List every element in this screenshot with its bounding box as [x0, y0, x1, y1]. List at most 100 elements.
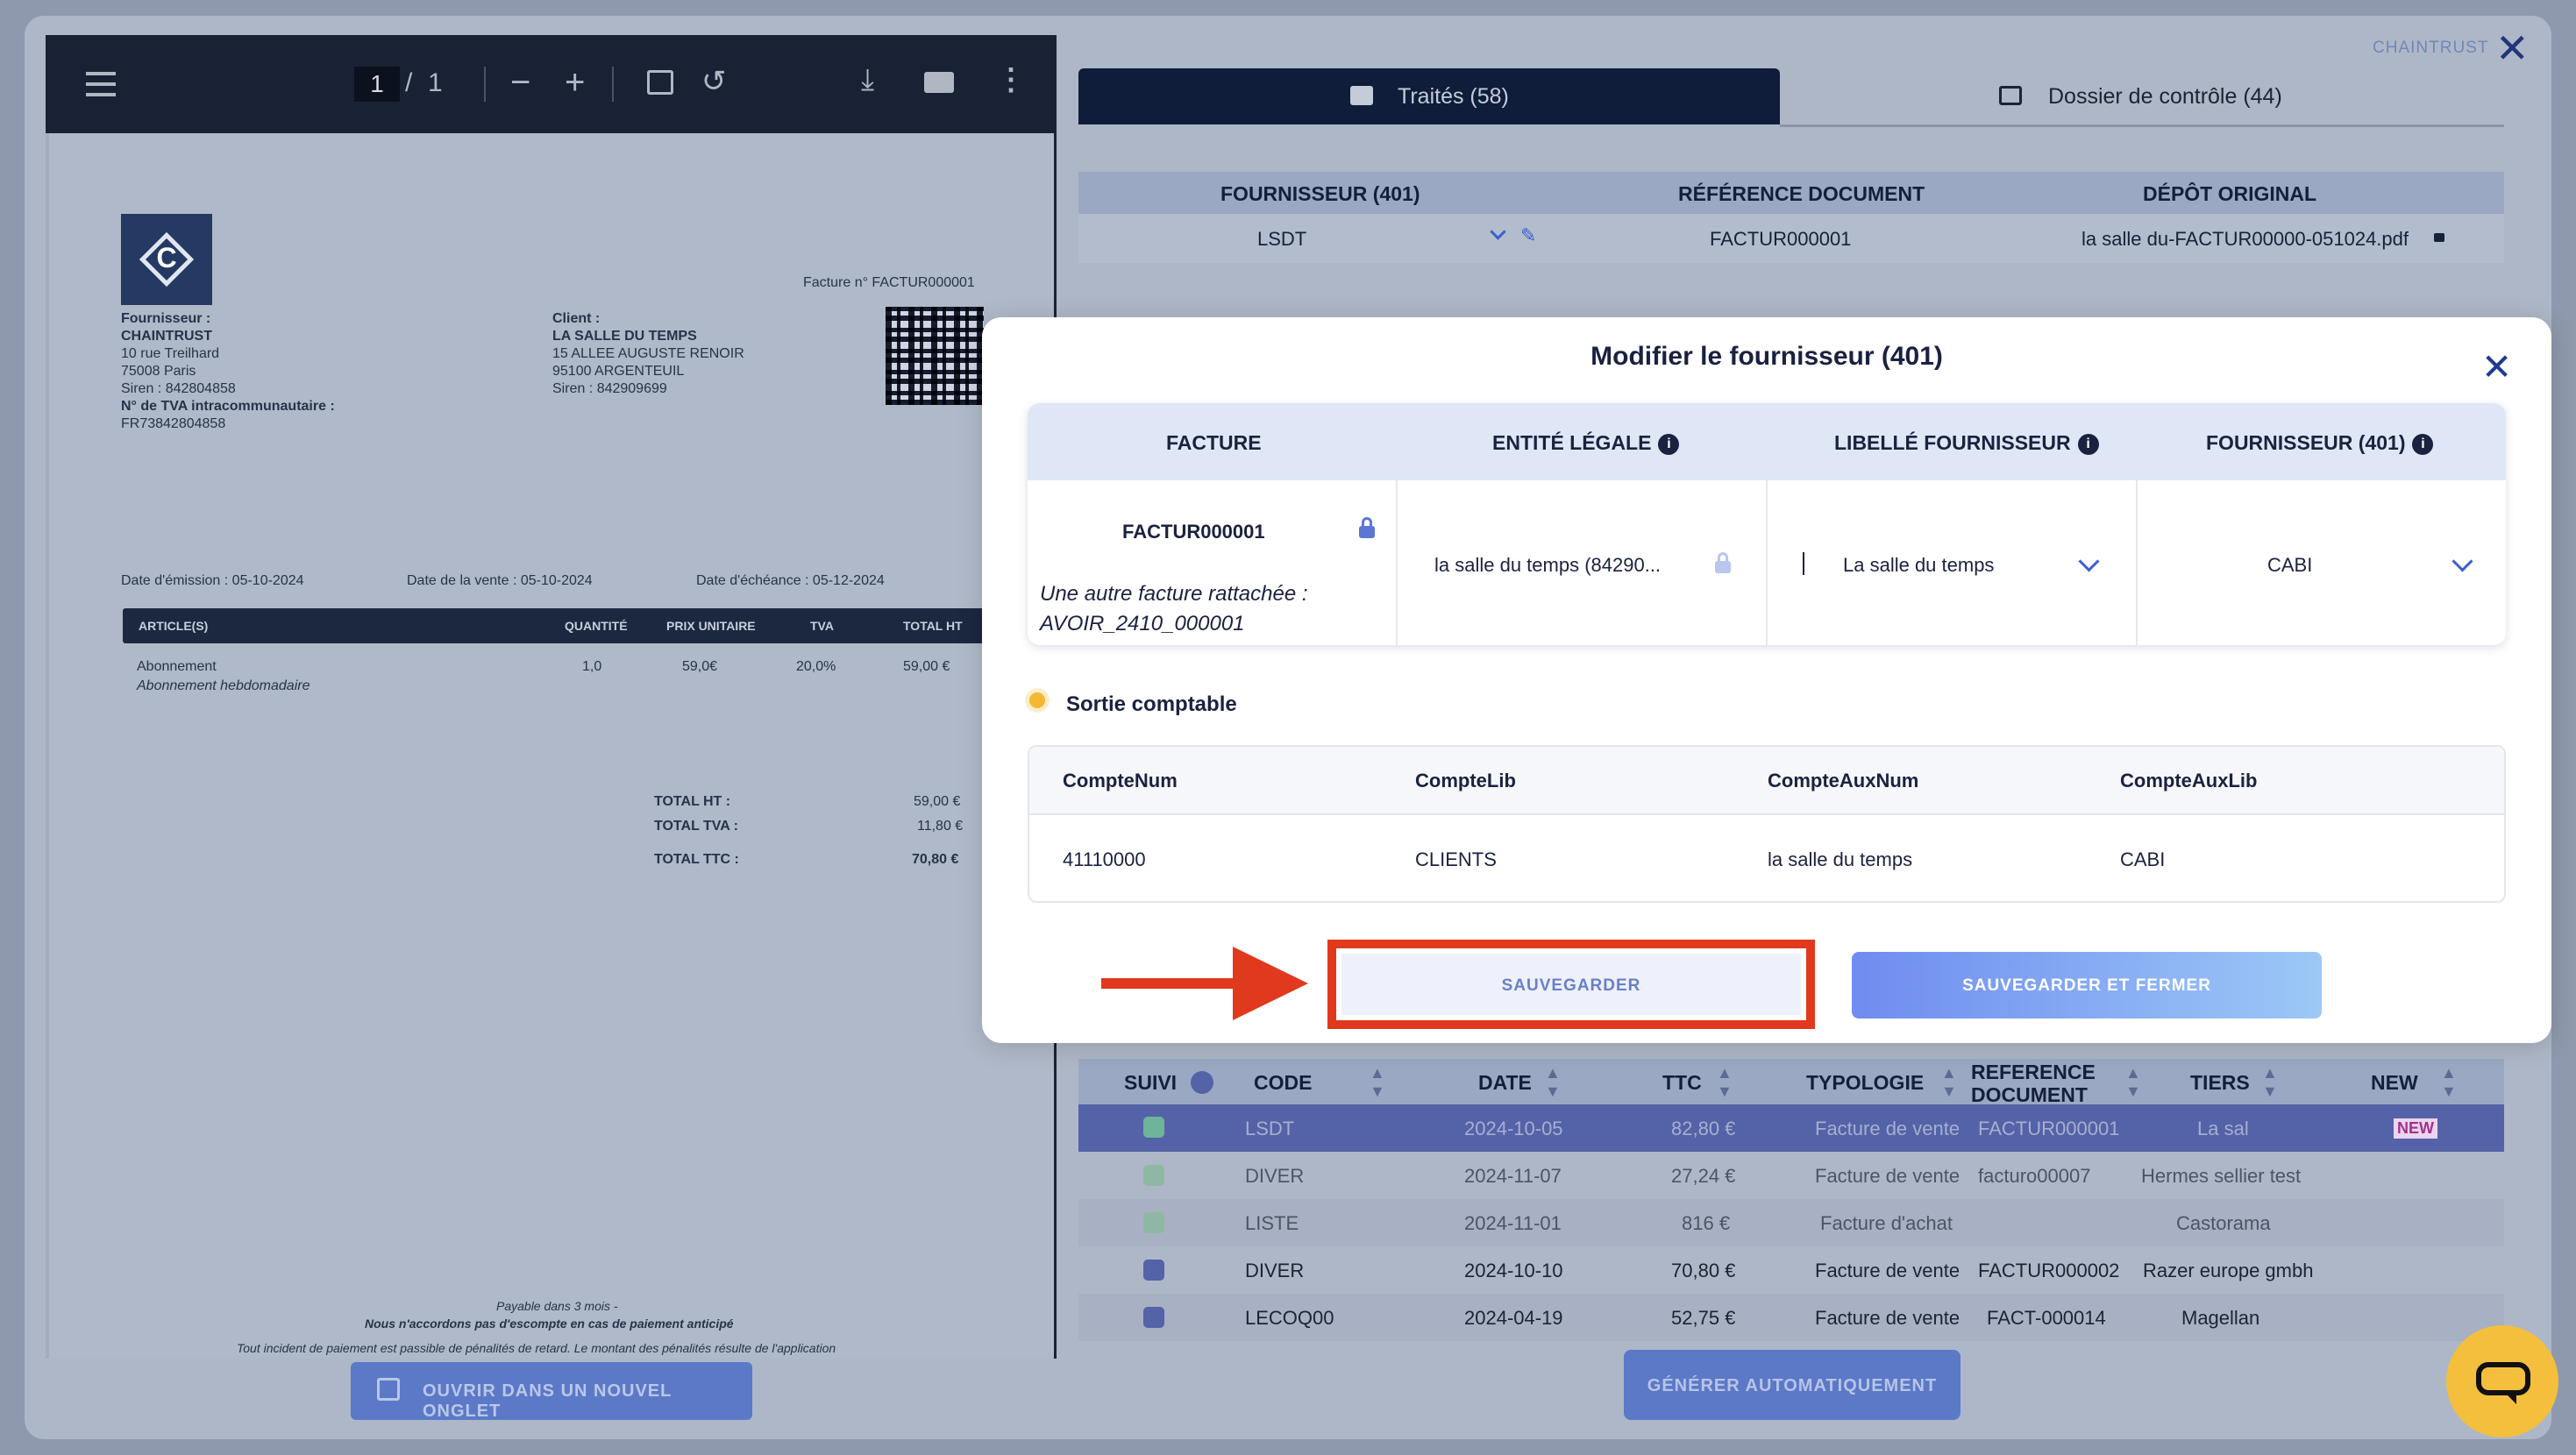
open-new-tab-button[interactable]: OUVRIR DANS UN NOUVEL ONGLET	[351, 1362, 752, 1421]
menu-icon[interactable]	[86, 72, 116, 96]
checkbox[interactable]	[1143, 1260, 1164, 1281]
line-article: Abonnement	[137, 659, 217, 674]
row-tiers: La sal	[2197, 1118, 2249, 1139]
footer-penalites: Tout incident de paiement est passible d…	[237, 1341, 836, 1355]
zoom-in-icon[interactable]: +	[565, 65, 585, 100]
checked-checkbox[interactable]	[1143, 1117, 1164, 1138]
summary-fournisseur[interactable]: LSDT	[1257, 228, 1306, 251]
row-tiers: Magellan	[2181, 1307, 2260, 1329]
summary-reference: FACTUR000001	[1710, 228, 1852, 250]
col-typologie[interactable]: TYPOLOGIE	[1806, 1071, 1924, 1095]
client-siren: Siren : 842909699	[552, 381, 667, 396]
supplier-name: CHAINTRUST	[121, 329, 212, 344]
col-reference[interactable]: REFERENCE	[1971, 1061, 2096, 1084]
sort-icon[interactable]: ▲ ▼	[1545, 1064, 1561, 1101]
sort-icon[interactable]: ▲ ▼	[2441, 1064, 2457, 1101]
tab-traites[interactable]: Traités (58)	[1078, 68, 1780, 124]
col-article: ARTICLE(S)	[139, 619, 209, 633]
row-typologie: Facture de vente	[1815, 1260, 1960, 1281]
row-tiers: Castorama	[2176, 1212, 2271, 1234]
info-icon[interactable]: i	[2412, 433, 2434, 455]
line-quantity: 1,0	[582, 659, 602, 674]
col-code[interactable]: CODE	[1254, 1071, 1312, 1095]
row-typologie: Facture de vente	[1815, 1118, 1960, 1139]
row-date: 2024-11-01	[1464, 1212, 1562, 1234]
generate-automatically-button[interactable]: GÉNÉRER AUTOMATIQUEMENT	[1624, 1350, 1960, 1420]
download-icon[interactable]: ⤓	[861, 65, 874, 95]
info-icon[interactable]: i	[1658, 433, 1680, 455]
total-tva-label: TOTAL TVA :	[654, 819, 738, 834]
sort-icon[interactable]: ▲ ▼	[2125, 1064, 2141, 1101]
row-reference: facturo00007	[1978, 1165, 2091, 1187]
company-logo: C	[121, 214, 212, 305]
fournisseur-value[interactable]: CABI	[2267, 554, 2312, 577]
supplier-address-1: 10 rue Treilhard	[121, 346, 220, 361]
col-tiers[interactable]: TIERS	[2190, 1071, 2250, 1095]
lock-icon	[2434, 233, 2444, 242]
row-reference: FACTUR000001	[1978, 1118, 2120, 1139]
fournisseur-select[interactable]: CABI	[2138, 480, 2506, 645]
summary-header: FOURNISSEUR (401) RÉFÉRENCE DOCUMENT DÉP…	[1078, 172, 2504, 214]
save-and-close-button[interactable]: SAUVEGARDER ET FERMER	[1852, 952, 2322, 1018]
modal-close-icon[interactable]: ✕	[2481, 349, 2512, 386]
sort-icon[interactable]: ▲ ▼	[2262, 1064, 2278, 1101]
tab-traites-label: Traités (58)	[1398, 84, 1509, 109]
row-date: 2024-04-19	[1464, 1307, 1563, 1329]
table-row[interactable]: DIVER 2024-11-07 27,24 € Facture de vent…	[1078, 1152, 2504, 1199]
info-icon[interactable]: i	[2077, 433, 2099, 455]
table-row[interactable]: LSDT 2024-10-05 82,80 € Facture de vente…	[1078, 1104, 2504, 1152]
summary-depot[interactable]: la salle du-FACTUR00000-051024.pdf	[2081, 228, 2409, 251]
fit-page-icon[interactable]	[647, 70, 673, 95]
col-comptenum: CompteNum	[1063, 770, 1178, 791]
attached-invoice-ref[interactable]: AVOIR_2410_000001	[1040, 612, 1245, 636]
close-icon[interactable]: ✕	[2495, 28, 2530, 68]
supplier-edit-table: FACTURE ENTITÉ LÉGALE i LIBELLÉ FOURNISSE…	[1028, 403, 2506, 645]
total-ttc: 70,80 €	[912, 852, 959, 867]
zoom-out-icon[interactable]: −	[510, 65, 530, 100]
print-icon[interactable]	[924, 72, 954, 93]
row-reference: FACTUR000002	[1978, 1260, 2120, 1281]
sort-icon[interactable]: ▲ ▼	[1941, 1064, 1957, 1101]
annotation-arrow	[1101, 947, 1308, 1020]
checked-checkbox[interactable]	[1143, 1165, 1164, 1186]
checkbox[interactable]	[1143, 1307, 1164, 1328]
col-quantite: QUANTITÉ	[565, 619, 628, 633]
libelle-value[interactable]: La salle du temps	[1843, 554, 1994, 577]
sort-icon[interactable]: ▲ ▼	[1370, 1064, 1385, 1101]
libelle-select[interactable]: La salle du temps	[1768, 480, 2138, 645]
col-total: TOTAL HT	[903, 619, 963, 633]
external-link-icon	[377, 1378, 400, 1401]
chevron-down-icon[interactable]	[1490, 224, 1506, 240]
page-separator: /	[405, 68, 413, 97]
checked-checkbox[interactable]	[1143, 1212, 1164, 1233]
edit-icon[interactable]: ✎	[1520, 224, 1536, 247]
chat-widget-button[interactable]	[2446, 1325, 2558, 1437]
chevron-down-icon[interactable]	[2078, 550, 2100, 572]
brand-label: CHAINTRUST	[2373, 39, 2489, 57]
tab-dossier-controle[interactable]: Dossier de contrôle (44)	[1780, 68, 2504, 127]
row-date: 2024-11-07	[1464, 1165, 1562, 1187]
row-reference: FACT-000014	[1987, 1307, 2106, 1329]
sortie-comptable-table: CompteNum CompteLib CompteAuxNum CompteA…	[1028, 745, 2506, 903]
col-entite: ENTITÉ LÉGALE i	[1492, 431, 1680, 455]
col-document[interactable]: DOCUMENT	[1971, 1083, 2088, 1107]
supplier-siren: Siren : 842804858	[121, 381, 236, 396]
chevron-down-icon[interactable]	[2451, 550, 2473, 572]
sort-icon[interactable]: ▲ ▼	[1717, 1064, 1733, 1101]
col-ttc[interactable]: TTC	[1662, 1071, 1702, 1095]
more-options-icon[interactable]: ⋮	[996, 65, 1026, 95]
page-number-input[interactable]: 1	[354, 67, 400, 102]
table-row[interactable]: LECOQ00 2024-04-19 52,75 € Facture de ve…	[1078, 1294, 2504, 1341]
col-suivi[interactable]: SUIVI	[1124, 1071, 1177, 1095]
rotate-icon[interactable]: ↺	[701, 67, 727, 96]
toolbar-divider	[484, 67, 486, 102]
toolbar-divider	[612, 67, 614, 102]
table-row[interactable]: DIVER 2024-10-10 70,80 € Facture de vent…	[1078, 1246, 2504, 1294]
compteauxlib-value: CABI	[2120, 848, 2166, 870]
invoice-table-header: ARTICLE(S) QUANTITÉ PRIX UNITAIRE TVA TO…	[123, 608, 989, 643]
table-row[interactable]: LISTE 2024-11-01 816 € Facture d'achat C…	[1078, 1199, 2504, 1246]
page-total: 1	[428, 68, 443, 97]
col-new[interactable]: NEW	[2371, 1071, 2418, 1095]
col-date[interactable]: DATE	[1478, 1071, 1532, 1095]
client-address-1: 15 ALLEE AUGUSTE RENOIR	[552, 346, 744, 361]
